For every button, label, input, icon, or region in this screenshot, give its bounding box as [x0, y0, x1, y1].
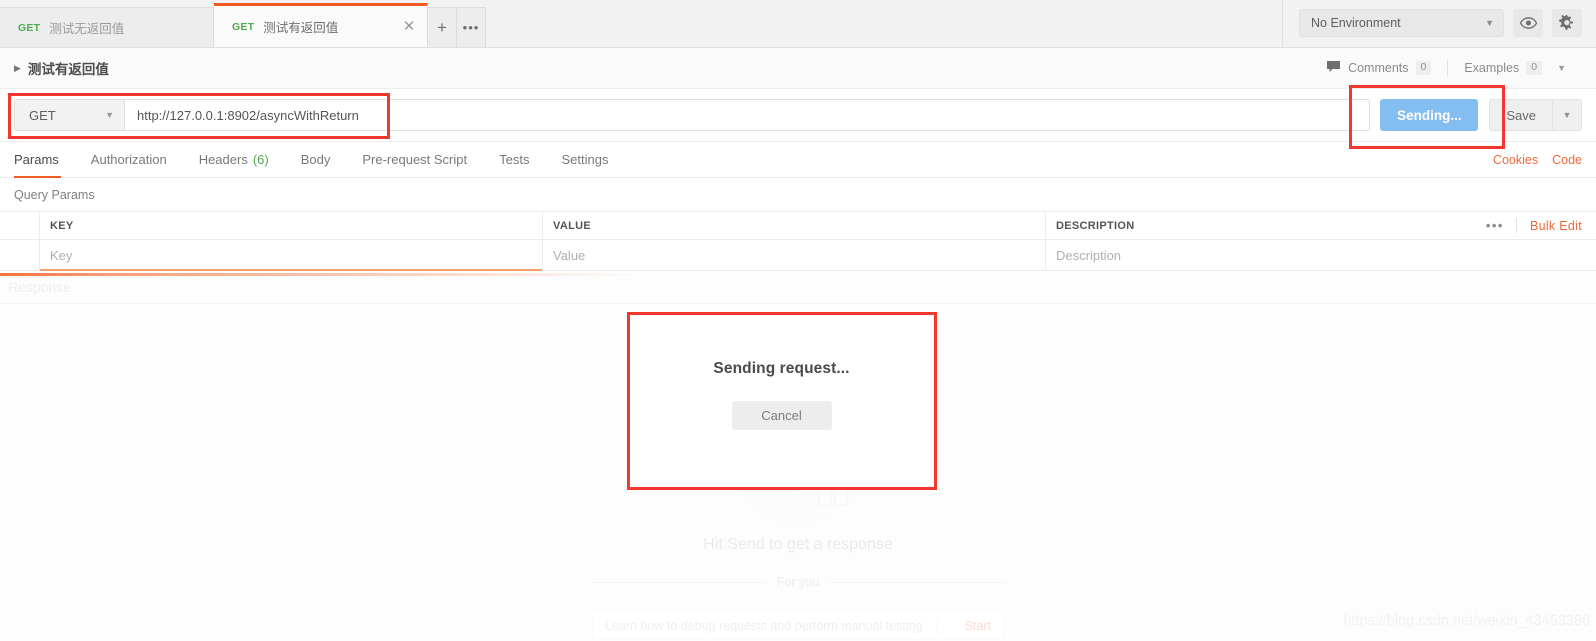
query-params-title: Query Params: [0, 178, 1596, 211]
tab-settings-label: Settings: [561, 152, 609, 167]
tab-controls: + •••: [428, 7, 486, 48]
comments-label: Comments: [1348, 61, 1409, 75]
tab-bar: GET 测试无返回值 GET 测试有返回值 ✕ + ••• No Environ…: [0, 0, 1596, 48]
tab-params-label: Params: [14, 152, 59, 167]
watermark: https://blog.csdn.net/weixin_43453386: [1343, 613, 1590, 629]
table-header-value: VALUE: [543, 212, 1046, 239]
request-section-tabs: Params Authorization Headers (6) Body Pr…: [0, 142, 1596, 178]
for-you-section: For you: [592, 575, 1005, 589]
tab-pre-request-script[interactable]: Pre-request Script: [346, 142, 483, 178]
examples-label: Examples: [1464, 61, 1520, 75]
request-tab-2[interactable]: GET 测试有返回值 ✕: [214, 3, 428, 47]
tab-tests-label: Tests: [499, 152, 530, 167]
url-row: GET ▼ http://127.0.0.1:8902/asyncWithRet…: [0, 89, 1596, 142]
chevron-down-icon: ▼: [1485, 18, 1494, 28]
url-input[interactable]: http://127.0.0.1:8902/asyncWithReturn: [124, 99, 1371, 131]
http-method-select[interactable]: GET ▼: [14, 99, 124, 131]
comments-button[interactable]: Comments 0: [1310, 58, 1447, 78]
learn-suggestion-text: Learn how to debug requests and perform …: [605, 618, 923, 633]
cancel-button[interactable]: Cancel: [731, 401, 832, 430]
request-title-group[interactable]: ▶ 测试有返回值: [14, 58, 109, 78]
eye-icon[interactable]: [1513, 9, 1543, 37]
row-value-input[interactable]: Value: [543, 240, 1046, 270]
examples-count: 0: [1526, 60, 1543, 76]
row-checkbox-cell[interactable]: [0, 240, 40, 270]
request-section-tabs-list: Params Authorization Headers (6) Body Pr…: [0, 142, 624, 178]
examples-button[interactable]: Examples 0 ▼: [1448, 58, 1582, 78]
sending-request-modal: Sending request... Cancel: [629, 314, 934, 488]
comment-icon: [1326, 60, 1341, 76]
send-save-area: Sending... Save ▼: [1380, 99, 1582, 131]
row-description-input[interactable]: Description: [1046, 240, 1596, 270]
tab-body-label: Body: [300, 152, 331, 167]
request-meta-actions: Comments 0 Examples 0 ▼: [1310, 58, 1582, 78]
tab-headers-label: Headers: [198, 152, 248, 167]
tab-headers[interactable]: Headers (6): [183, 142, 285, 178]
save-button[interactable]: Save: [1489, 99, 1552, 131]
response-empty-message: Hit Send to get a response: [703, 536, 893, 553]
tab-settings[interactable]: Settings: [545, 142, 624, 178]
table-options-icon[interactable]: •••: [1474, 218, 1516, 233]
save-dropdown-caret-icon[interactable]: ▼: [1552, 99, 1582, 131]
tab-headers-count: (6): [252, 152, 269, 167]
http-method-label: GET: [29, 107, 56, 123]
query-params-table: KEY VALUE DESCRIPTION ••• Bulk Edit Key …: [0, 211, 1596, 271]
table-header-description: DESCRIPTION ••• Bulk Edit: [1046, 212, 1596, 239]
table-header-actions: ••• Bulk Edit: [1474, 218, 1586, 233]
for-you-label: For you: [776, 575, 820, 589]
tab-authorization-label: Authorization: [90, 152, 167, 167]
postman-window: GET 测试无返回值 GET 测试有返回值 ✕ + ••• No Environ…: [0, 0, 1596, 641]
page-title: 测试有返回值: [27, 62, 109, 77]
table-row[interactable]: Key Value Description: [0, 240, 1596, 271]
modal-title: Sending request...: [713, 360, 850, 377]
close-icon[interactable]: ✕: [401, 19, 417, 35]
code-link[interactable]: Code: [1552, 153, 1582, 167]
bulk-edit-link[interactable]: Bulk Edit: [1517, 219, 1586, 233]
chevron-down-icon: ▼: [105, 110, 114, 120]
divider: [831, 581, 1005, 583]
request-tab-1-label: 测试无返回值: [49, 22, 125, 36]
divider: [936, 617, 938, 634]
table-header-description-label: DESCRIPTION: [1056, 219, 1135, 232]
table-header-row: KEY VALUE DESCRIPTION ••• Bulk Edit: [0, 211, 1596, 240]
url-input-value: http://127.0.0.1:8902/asyncWithReturn: [137, 107, 359, 123]
environment-select-label: No Environment: [1311, 16, 1401, 30]
tab-params[interactable]: Params: [0, 142, 75, 178]
tab-pre-request-script-label: Pre-request Script: [362, 152, 468, 167]
request-tabs-list: GET 测试无返回值 GET 测试有返回值 ✕ + •••: [0, 0, 486, 48]
send-button[interactable]: Sending...: [1380, 99, 1479, 131]
request-tab-1[interactable]: GET 测试无返回值: [0, 7, 214, 47]
environment-area: No Environment ▼: [1282, 0, 1596, 47]
chevron-right-icon[interactable]: ▶: [14, 63, 21, 74]
table-header-key: KEY: [40, 212, 543, 239]
table-header-checkbox-cell: [0, 212, 40, 239]
tab-authorization[interactable]: Authorization: [75, 142, 183, 178]
tab-body[interactable]: Body: [285, 142, 347, 178]
tab-tests[interactable]: Tests: [483, 142, 545, 178]
row-key-input[interactable]: Key: [40, 240, 543, 271]
learn-start-link[interactable]: Start: [952, 619, 991, 633]
chevron-down-icon: ▼: [1557, 63, 1566, 73]
more-tabs-icon[interactable]: •••: [457, 7, 486, 48]
request-tab-1-method: GET: [18, 21, 41, 34]
divider: [592, 581, 765, 583]
request-name-row: ▶ 测试有返回值 Comments 0 Examples 0 ▼: [0, 48, 1596, 89]
cookies-link[interactable]: Cookies: [1493, 153, 1538, 167]
learn-suggestion-card[interactable]: Learn how to debug requests and perform …: [592, 611, 1004, 640]
tab-bar-spacer: [486, 0, 1282, 47]
request-tabs-right-links: Cookies Code: [1493, 153, 1582, 167]
gear-icon[interactable]: [1552, 9, 1582, 37]
request-tab-2-label: 测试有返回值: [263, 21, 339, 35]
comments-count: 0: [1415, 60, 1432, 76]
new-tab-button[interactable]: +: [428, 7, 457, 48]
request-tab-2-method: GET: [232, 20, 255, 33]
environment-select[interactable]: No Environment ▼: [1299, 9, 1504, 37]
